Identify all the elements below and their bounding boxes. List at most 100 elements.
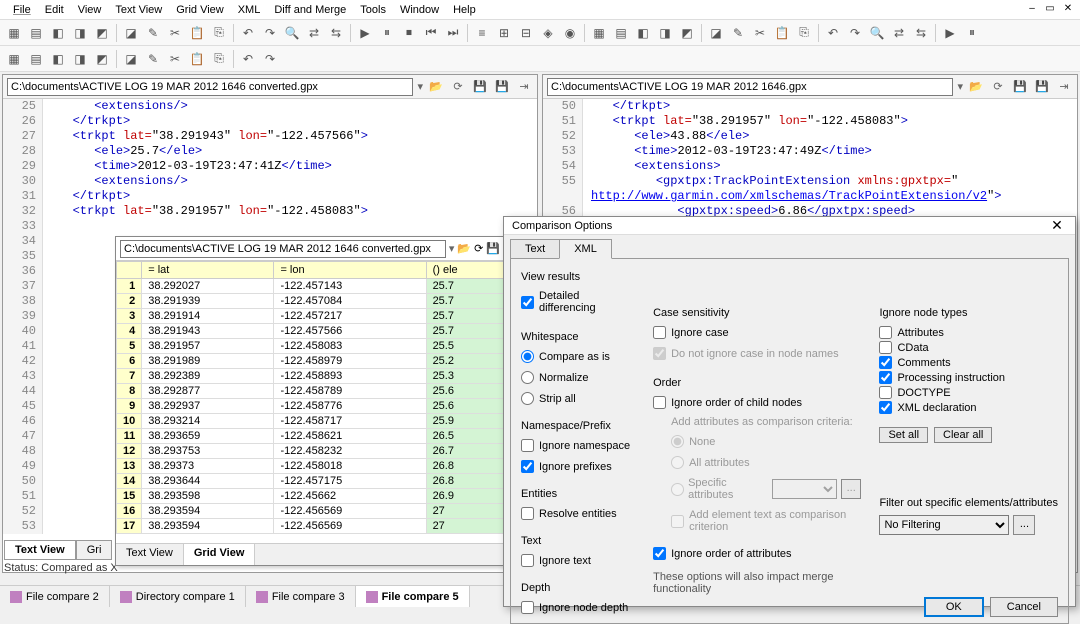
grid-path-input[interactable] bbox=[120, 240, 446, 258]
chk-ignore-namespace[interactable] bbox=[521, 439, 534, 452]
table-row[interactable]: 1538.293598-122.4566226.9 bbox=[117, 489, 504, 504]
table-row[interactable]: 1138.293659-122.45862126.5 bbox=[117, 429, 504, 444]
toolbar-icon[interactable]: ◉ bbox=[560, 23, 580, 43]
toolbar-icon[interactable]: ◩ bbox=[92, 49, 112, 69]
toolbar-icon[interactable]: ✎ bbox=[143, 23, 163, 43]
chk-type-comments[interactable] bbox=[879, 356, 892, 369]
menu-file[interactable]: File bbox=[6, 2, 38, 18]
open-icon[interactable]: 📂 bbox=[457, 242, 471, 255]
menu-help[interactable]: Help bbox=[446, 2, 483, 18]
toolbar-icon[interactable]: ✂ bbox=[165, 23, 185, 43]
export-icon[interactable]: ⇥ bbox=[515, 78, 533, 96]
toolbar-icon[interactable]: ↶ bbox=[238, 49, 258, 69]
toolbar-icon[interactable]: ✂ bbox=[750, 23, 770, 43]
rad-strip-all[interactable] bbox=[521, 392, 534, 405]
toolbar-icon[interactable]: ⎘ bbox=[209, 23, 229, 43]
btn-ok[interactable]: OK bbox=[924, 597, 984, 617]
table-row[interactable]: 238.291939-122.45708425.7 bbox=[117, 294, 504, 309]
toolbar-icon[interactable]: ◈ bbox=[538, 23, 558, 43]
chk-type-processing-instruction[interactable] bbox=[879, 371, 892, 384]
toolbar-icon[interactable]: ◩ bbox=[677, 23, 697, 43]
chk-resolve-entities[interactable] bbox=[521, 507, 534, 520]
chk-ignore-child-order[interactable] bbox=[653, 396, 666, 409]
minimize-button[interactable]: – bbox=[1024, 2, 1040, 16]
toolbar-icon[interactable]: ⇆ bbox=[911, 23, 931, 43]
btn-clear-all[interactable]: Clear all bbox=[934, 427, 992, 443]
toolbar-icon[interactable]: ▦ bbox=[4, 49, 24, 69]
tab-grid-view[interactable]: Gri bbox=[76, 540, 113, 560]
chk-ignore-text[interactable] bbox=[521, 554, 534, 567]
toolbar-icon[interactable]: ⏹ bbox=[399, 23, 419, 43]
table-row[interactable]: 1738.293594-122.45656927 bbox=[117, 519, 504, 534]
dlg-tab-text[interactable]: Text bbox=[510, 239, 560, 259]
toolbar-icon[interactable]: 📋 bbox=[187, 23, 207, 43]
toolbar-icon[interactable]: ✂ bbox=[165, 49, 185, 69]
save-icon[interactable]: 💾 bbox=[486, 242, 500, 255]
grid-table[interactable]: = lat= lon() ele138.292027-122.45714325.… bbox=[116, 261, 504, 534]
bottom-tab[interactable]: File compare 3 bbox=[246, 586, 356, 607]
toolbar-icon[interactable]: ⇄ bbox=[304, 23, 324, 43]
table-row[interactable]: 1238.293753-122.45823226.7 bbox=[117, 444, 504, 459]
toolbar-icon[interactable]: 🔍 bbox=[282, 23, 302, 43]
toolbar-icon[interactable]: ◪ bbox=[121, 49, 141, 69]
btn-cancel[interactable]: Cancel bbox=[990, 597, 1058, 617]
toolbar-icon[interactable]: 🔍 bbox=[867, 23, 887, 43]
toolbar-icon[interactable]: ▶ bbox=[940, 23, 960, 43]
menu-grid-view[interactable]: Grid View bbox=[169, 2, 230, 18]
chk-ignore-prefixes[interactable] bbox=[521, 460, 534, 473]
toolbar-icon[interactable]: ▦ bbox=[589, 23, 609, 43]
table-row[interactable]: 738.292389-122.45889325.3 bbox=[117, 369, 504, 384]
rad-normalize[interactable] bbox=[521, 371, 534, 384]
toolbar-icon[interactable]: ↷ bbox=[845, 23, 865, 43]
toolbar-icon[interactable]: ◪ bbox=[121, 23, 141, 43]
chk-detailed[interactable] bbox=[521, 296, 534, 309]
save-icon[interactable]: 💾 bbox=[471, 78, 489, 96]
export-icon[interactable]: ⇥ bbox=[1055, 78, 1073, 96]
toolbar-icon[interactable]: 📋 bbox=[187, 49, 207, 69]
toolbar-icon[interactable]: ⏸ bbox=[962, 23, 982, 43]
table-row[interactable]: 138.292027-122.45714325.7 bbox=[117, 279, 504, 294]
chk-type-doctype[interactable] bbox=[879, 386, 892, 399]
grid-tab-text[interactable]: Text View bbox=[116, 544, 184, 565]
menu-text-view[interactable]: Text View bbox=[108, 2, 169, 18]
open-icon[interactable]: 📂 bbox=[427, 78, 445, 96]
toolbar-icon[interactable]: ✎ bbox=[728, 23, 748, 43]
toolbar-icon[interactable]: ⊞ bbox=[494, 23, 514, 43]
toolbar-icon[interactable]: ◪ bbox=[706, 23, 726, 43]
toolbar-icon[interactable]: ⏸ bbox=[377, 23, 397, 43]
table-row[interactable]: 438.291943-122.45756625.7 bbox=[117, 324, 504, 339]
toolbar-icon[interactable]: ≡ bbox=[472, 23, 492, 43]
toolbar-icon[interactable]: ◩ bbox=[92, 23, 112, 43]
bottom-tab[interactable]: File compare 2 bbox=[0, 586, 110, 607]
toolbar-icon[interactable]: ⇆ bbox=[326, 23, 346, 43]
chk-ignore-depth[interactable] bbox=[521, 601, 534, 614]
tab-text-view[interactable]: Text View bbox=[4, 540, 76, 560]
table-row[interactable]: 838.292877-122.45878925.6 bbox=[117, 384, 504, 399]
rad-compare-as-is[interactable] bbox=[521, 350, 534, 363]
chk-type-attributes[interactable] bbox=[879, 326, 892, 339]
save-icon[interactable]: 💾 bbox=[1011, 78, 1029, 96]
toolbar-icon[interactable]: ▤ bbox=[26, 49, 46, 69]
filter-select[interactable]: No Filtering bbox=[879, 515, 1009, 535]
toolbar-icon[interactable]: ⊟ bbox=[516, 23, 536, 43]
menu-window[interactable]: Window bbox=[393, 2, 446, 18]
grid-tab-grid[interactable]: Grid View bbox=[184, 544, 256, 565]
toolbar-icon[interactable]: ⏮ bbox=[421, 23, 441, 43]
toolbar-icon[interactable]: ⎘ bbox=[209, 49, 229, 69]
menu-view[interactable]: View bbox=[71, 2, 109, 18]
chk-type-xml-declaration[interactable] bbox=[879, 401, 892, 414]
reload-icon[interactable]: ⟳ bbox=[474, 242, 483, 255]
table-row[interactable]: 638.291989-122.45897925.2 bbox=[117, 354, 504, 369]
table-row[interactable]: 338.291914-122.45721725.7 bbox=[117, 309, 504, 324]
menu-edit[interactable]: Edit bbox=[38, 2, 71, 18]
toolbar-icon[interactable]: ◨ bbox=[70, 23, 90, 43]
menu-xml[interactable]: XML bbox=[231, 2, 268, 18]
toolbar-icon[interactable]: ↶ bbox=[823, 23, 843, 43]
saveas-icon[interactable]: 💾 bbox=[493, 78, 511, 96]
table-row[interactable]: 938.292937-122.45877625.6 bbox=[117, 399, 504, 414]
toolbar-icon[interactable]: ▤ bbox=[611, 23, 631, 43]
toolbar-icon[interactable]: ◨ bbox=[70, 49, 90, 69]
reload-icon[interactable]: ⟳ bbox=[449, 78, 467, 96]
right-path-input[interactable] bbox=[547, 78, 953, 96]
toolbar-icon[interactable]: ▤ bbox=[26, 23, 46, 43]
